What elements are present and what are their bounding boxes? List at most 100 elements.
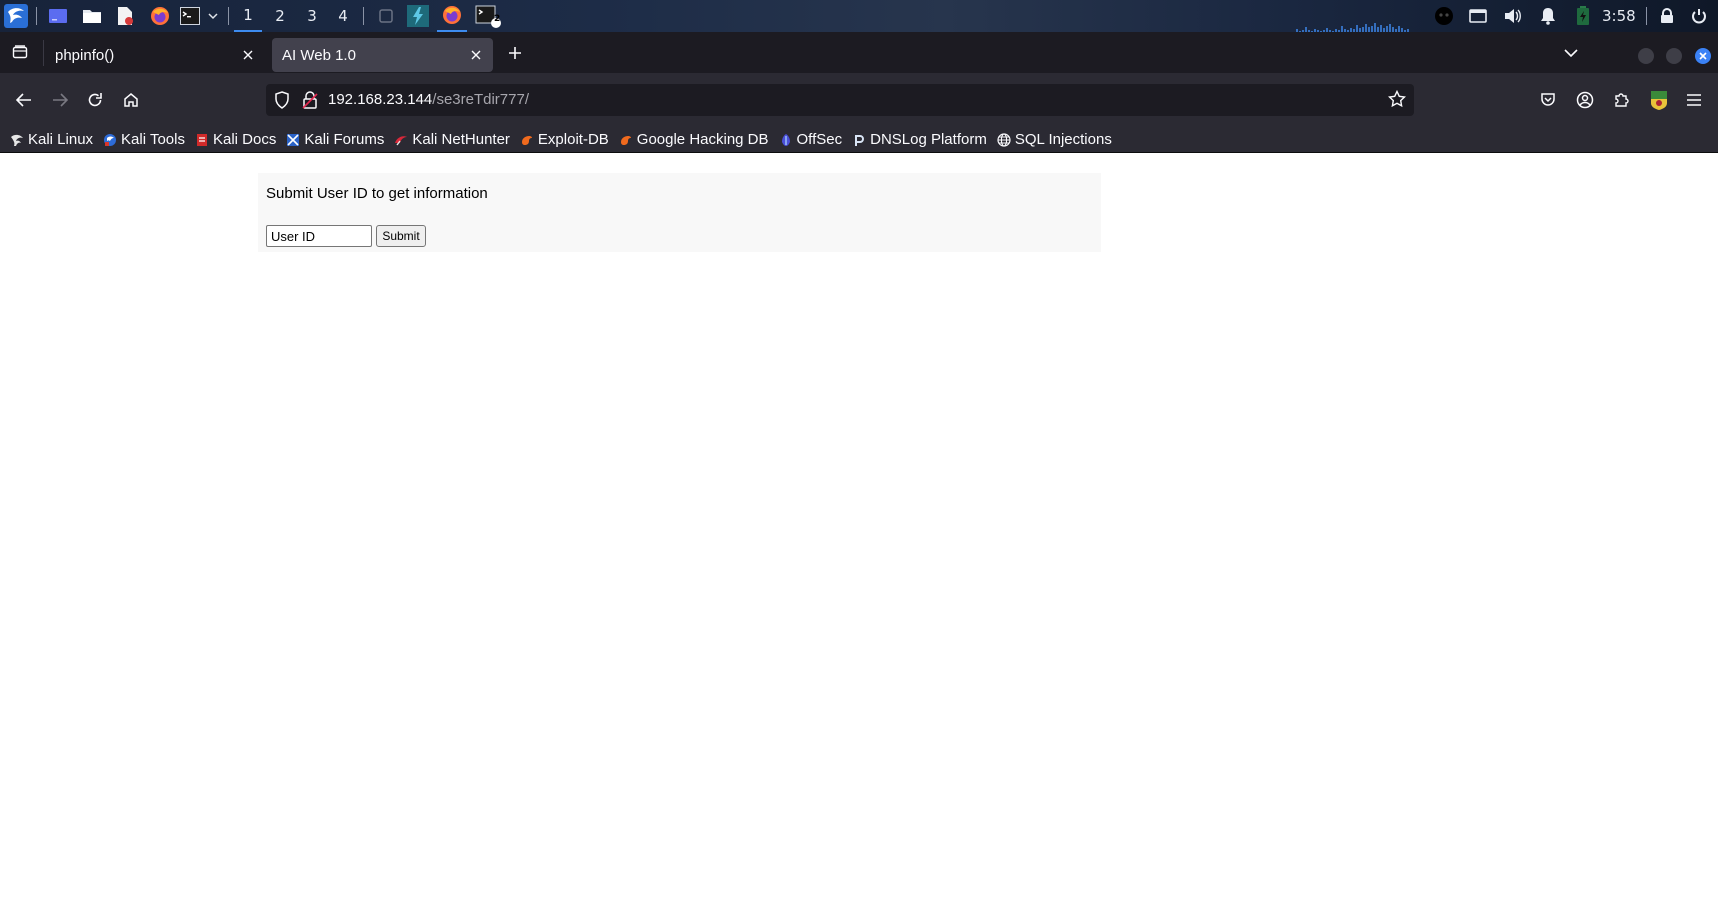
dnslog-icon — [852, 133, 866, 147]
bookmark-label: Kali Linux — [28, 131, 94, 148]
tab-separator — [43, 40, 44, 66]
workspace-4[interactable]: 4 — [329, 0, 357, 32]
workspace-label: 4 — [338, 7, 348, 25]
back-button[interactable] — [10, 86, 38, 114]
panel-separator — [36, 7, 37, 25]
display-icon[interactable] — [1467, 0, 1489, 32]
firefox-active-icon[interactable] — [437, 0, 467, 32]
url-bar[interactable]: 192.168.23.144/se3reTdir777/ — [266, 84, 1414, 116]
new-tab-button[interactable] — [502, 41, 528, 65]
submit-button[interactable]: Submit — [376, 225, 426, 247]
panel-clock[interactable]: 3:58 — [1602, 0, 1636, 32]
bookmark-label: Exploit-DB — [537, 131, 609, 148]
pocket-icon[interactable] — [1534, 86, 1562, 114]
bookmarks-toolbar: Kali Linux Kali Tools Kali Docs Kali For… — [0, 127, 1718, 153]
form-prompt: Submit User ID to get information — [266, 185, 488, 202]
close-tab-icon[interactable] — [467, 46, 485, 64]
kali-docs-icon — [195, 133, 209, 147]
panel-separator — [363, 7, 364, 25]
lock-icon[interactable] — [1656, 0, 1678, 32]
bookmark-label: Kali Forums — [304, 131, 385, 148]
file-manager-icon[interactable] — [80, 0, 104, 32]
firefox-icon[interactable] — [148, 0, 172, 32]
window-placeholder-icon[interactable] — [375, 0, 397, 32]
power-icon[interactable] — [1688, 0, 1710, 32]
maximize-window-button[interactable] — [1666, 48, 1682, 64]
battery-icon — [1572, 0, 1594, 32]
nethunter-icon — [394, 133, 408, 147]
bookmark-label: DNSLog Platform — [870, 131, 987, 148]
bookmark-dnslog-platform[interactable]: DNSLog Platform — [852, 128, 987, 152]
reload-button[interactable] — [81, 86, 109, 114]
bookmark-exploit-db[interactable]: Exploit-DB — [520, 128, 609, 152]
offsec-icon — [779, 133, 793, 147]
tracking-protection-icon[interactable] — [274, 91, 290, 113]
bookmark-label: OffSec — [796, 131, 843, 148]
tab-phpinfo[interactable]: phpinfo() — [45, 38, 265, 72]
bookmark-label: SQL Injections — [1014, 131, 1112, 148]
navigation-toolbar: 192.168.23.144/se3reTdir777/ — [0, 73, 1718, 127]
user-id-form: Submit User ID to get information Submit — [258, 173, 1101, 252]
cpu-graph — [1296, 20, 1426, 32]
bookmark-label: Google Hacking DB — [636, 131, 769, 148]
workspace-label: 1 — [243, 6, 253, 24]
bookmark-sql-injections[interactable]: SQL Injections — [997, 128, 1112, 152]
bookmark-offsec[interactable]: OffSec — [779, 128, 843, 152]
panel-separator — [1646, 7, 1647, 25]
volume-icon[interactable] — [1502, 0, 1524, 32]
url-path: /se3reTdir777/ — [432, 91, 529, 108]
app-menu-icon[interactable] — [1680, 86, 1708, 114]
browser-tab-bar: phpinfo() AI Web 1.0 — [0, 32, 1718, 73]
show-desktop-icon[interactable] — [46, 0, 70, 32]
extensions-icon[interactable] — [1608, 86, 1636, 114]
bookmark-label: Kali Docs — [212, 131, 277, 148]
kali-tools-icon — [103, 133, 117, 147]
chevron-down-icon[interactable] — [206, 0, 220, 32]
workspace-label: 2 — [275, 7, 285, 25]
bookmark-label: Kali NetHunter — [412, 131, 510, 148]
tab-label: phpinfo() — [55, 46, 115, 64]
bookmark-kali-linux[interactable]: Kali Linux — [10, 128, 93, 152]
bookmark-label: Kali Tools — [121, 131, 185, 148]
tab-ai-web[interactable]: AI Web 1.0 — [272, 38, 493, 72]
tab-overview-icon[interactable] — [8, 40, 32, 64]
kali-dragon-icon — [10, 133, 24, 147]
workspace-3[interactable]: 3 — [298, 0, 326, 32]
globe-icon — [997, 132, 1011, 147]
system-panel: 1 2 3 4 2 3:58 — [0, 0, 1718, 32]
bookmark-kali-tools[interactable]: Kali Tools — [103, 128, 185, 152]
terminal-count-badge: 2 — [494, 14, 501, 24]
bookmark-google-hacking-db[interactable]: Google Hacking DB — [619, 128, 769, 152]
close-tab-icon[interactable] — [239, 46, 257, 64]
bookmark-kali-nethunter[interactable]: Kali NetHunter — [394, 128, 510, 152]
workspace-label: 3 — [307, 7, 317, 25]
minimize-window-button[interactable] — [1638, 48, 1654, 64]
terminal-active-icon[interactable]: 2 — [474, 0, 502, 32]
tab-label: AI Web 1.0 — [282, 46, 356, 64]
bell-icon[interactable] — [1537, 0, 1559, 32]
kali-forums-icon — [286, 133, 300, 147]
workspace-1[interactable]: 1 — [234, 0, 262, 32]
kali-menu-icon[interactable] — [2, 0, 30, 32]
list-all-tabs-icon[interactable] — [1558, 41, 1584, 65]
forward-button[interactable] — [46, 86, 74, 114]
close-window-button[interactable] — [1695, 48, 1711, 64]
privacy-icon[interactable] — [1433, 0, 1455, 32]
burp-icon[interactable] — [406, 0, 430, 32]
exploit-db-icon — [520, 133, 534, 147]
panel-separator — [228, 7, 229, 25]
url-text[interactable]: 192.168.23.144/se3reTdir777/ — [328, 91, 529, 108]
user-id-input[interactable] — [266, 225, 372, 247]
bookmark-kali-docs[interactable]: Kali Docs — [195, 128, 276, 152]
terminal-icon[interactable] — [179, 0, 201, 32]
kali-extension-icon[interactable] — [1645, 86, 1673, 114]
url-host: 192.168.23.144 — [328, 91, 433, 108]
workspace-2[interactable]: 2 — [266, 0, 294, 32]
bookmark-star-icon[interactable] — [1387, 89, 1407, 112]
account-icon[interactable] — [1571, 86, 1599, 114]
text-editor-icon[interactable] — [114, 0, 136, 32]
ghdb-icon — [619, 133, 633, 147]
bookmark-kali-forums[interactable]: Kali Forums — [286, 128, 384, 152]
home-button[interactable] — [117, 86, 145, 114]
insecure-lock-icon[interactable] — [302, 91, 318, 113]
